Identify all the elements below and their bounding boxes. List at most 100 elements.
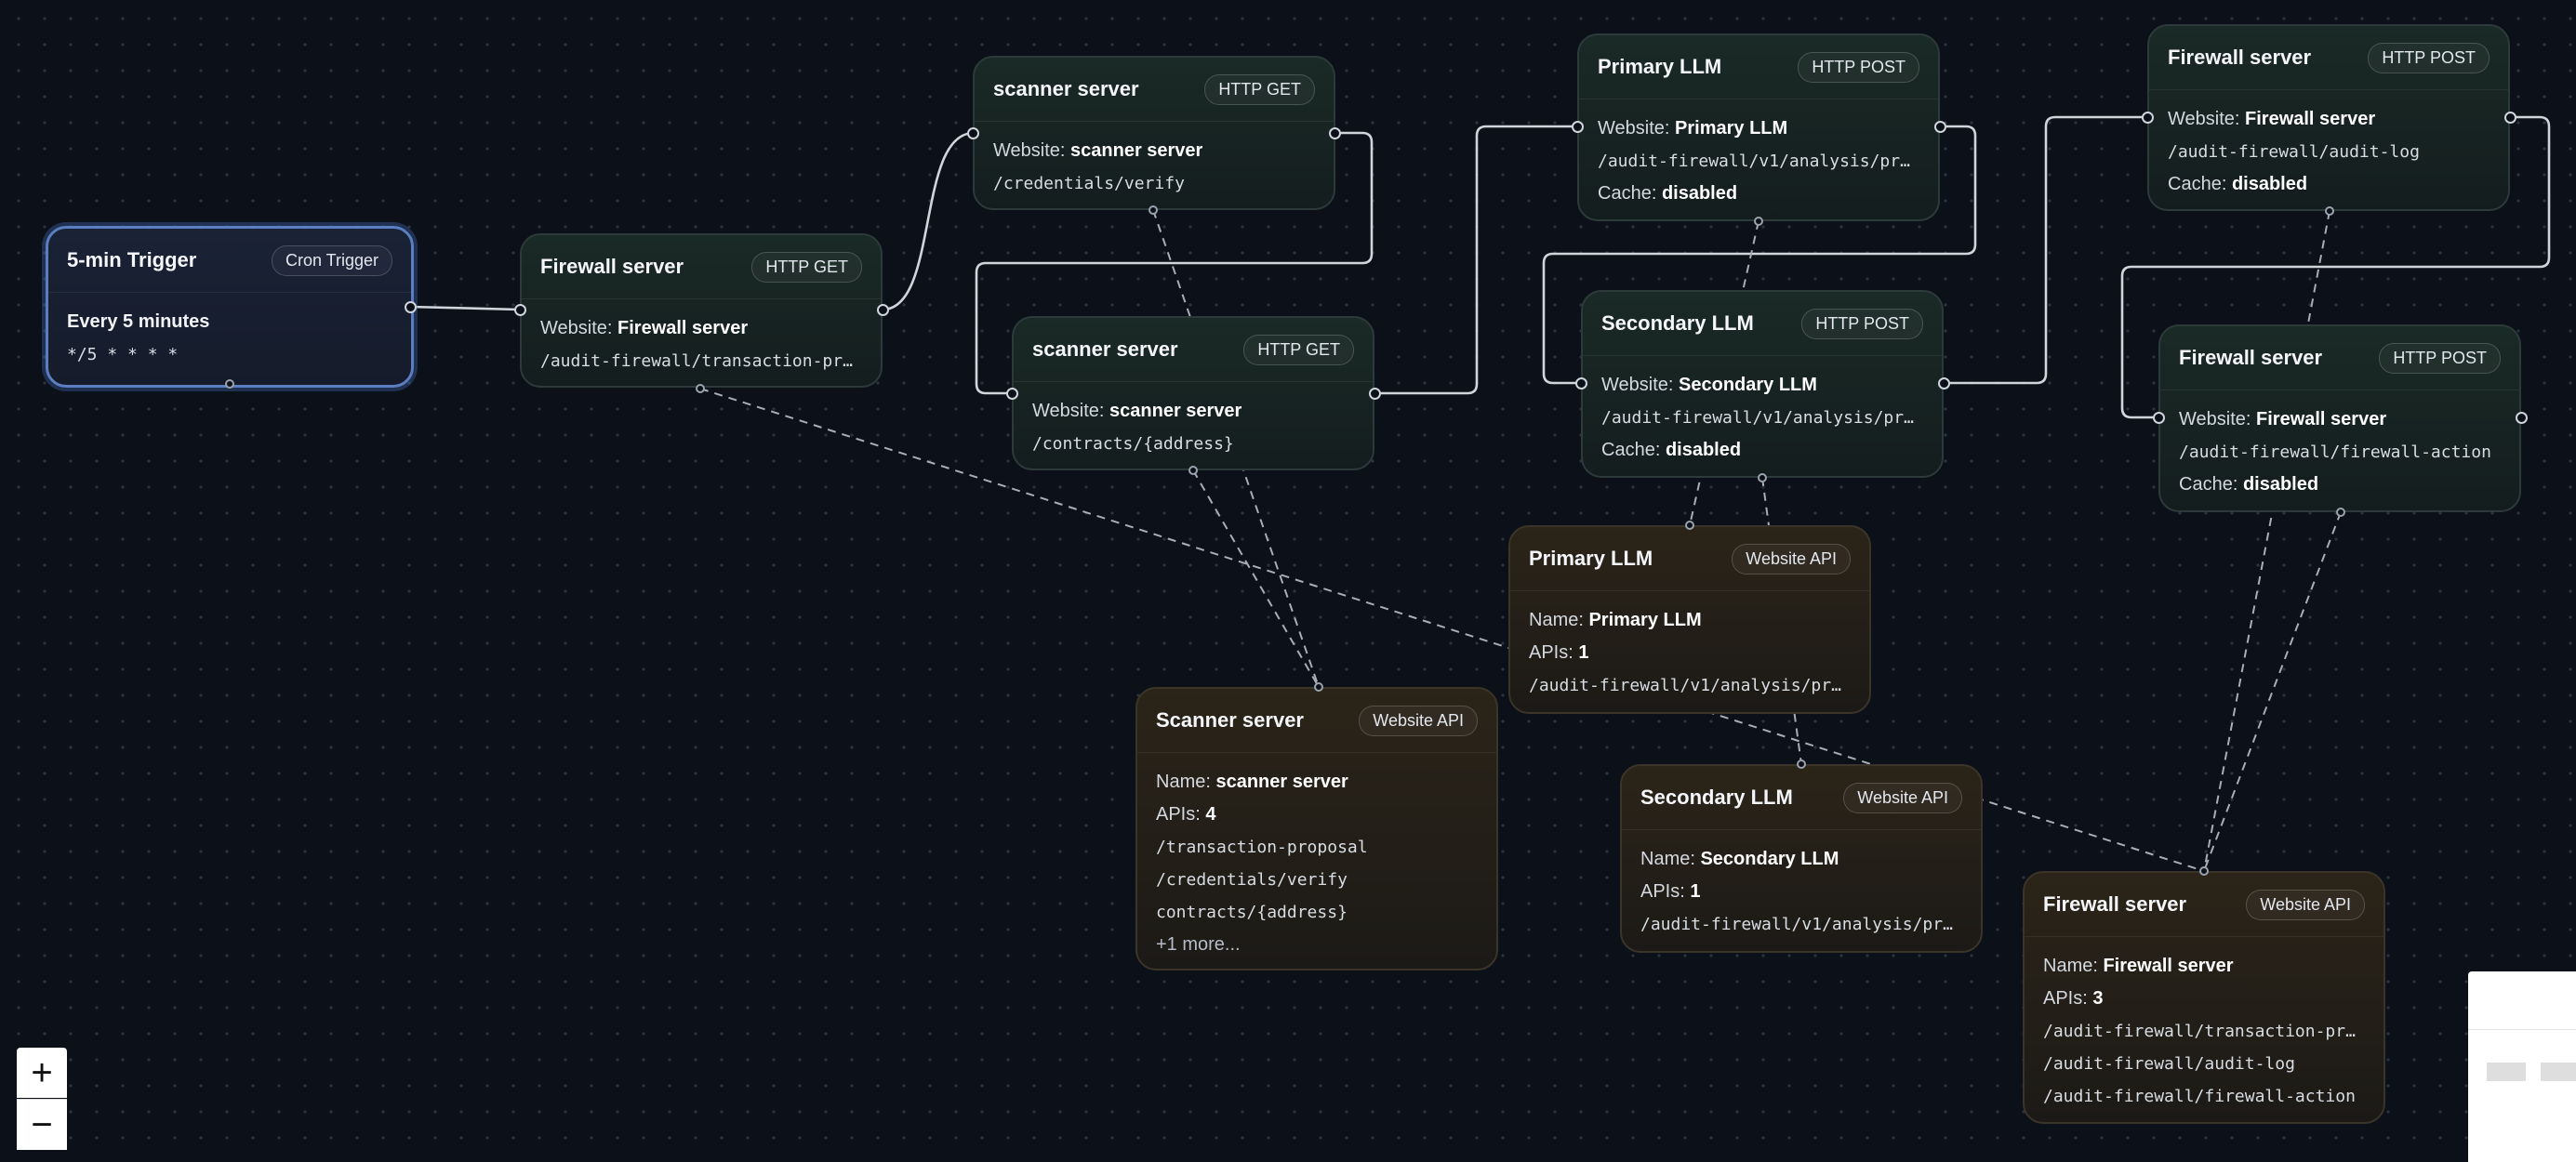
firewall-action-input-port[interactable] — [2153, 412, 2165, 424]
firewall-audit-input-port[interactable] — [2142, 112, 2154, 124]
node-scanner-server-website-api[interactable]: Scanner server Website API Name: scanner… — [1135, 687, 1498, 971]
node-primary-llm-post[interactable]: Primary LLM HTTP POST Website: Primary L… — [1577, 33, 1940, 221]
name-value: Firewall server — [2103, 956, 2234, 976]
node-primary-llm-website-api[interactable]: Primary LLM Website API Name: Primary LL… — [1508, 525, 1871, 714]
secondary-post-input-port[interactable] — [1575, 377, 1587, 390]
node-header: Scanner server Website API — [1137, 689, 1496, 753]
node-firewall-server-get[interactable]: Firewall server HTTP GET Website: Firewa… — [520, 233, 883, 388]
api-path: contracts/{address} — [1156, 903, 1348, 922]
api-path: /audit-firewall/transaction-pro… — [2043, 1022, 2365, 1041]
name-value: scanner server — [1215, 772, 1348, 792]
scanner-credentials-bottom-port[interactable] — [1149, 205, 1158, 215]
endpoint-path: /audit-firewall/v1/analysis/pri… — [1598, 152, 1919, 171]
name-row: Name: Primary LLM — [1529, 604, 1851, 637]
cache-label: Cache: — [1598, 183, 1657, 204]
scanner-contracts-bottom-port[interactable] — [1188, 466, 1198, 475]
secondary-post-bottom-port[interactable] — [1758, 473, 1767, 482]
node-title: Secondary LLM — [1640, 786, 1793, 809]
cache-row: Cache: disabled — [2168, 168, 2490, 201]
firewall-api-top-port[interactable] — [2199, 866, 2209, 876]
node-scanner-server-credentials[interactable]: scanner server HTTP GET Website: scanner… — [973, 56, 1335, 210]
scanner-contracts-input-port[interactable] — [1006, 388, 1018, 400]
node-title: Secondary LLM — [1601, 311, 1754, 335]
firewall-action-output-port[interactable] — [2516, 412, 2528, 424]
dashed-link-scanner-contracts-to-scanner-api — [1192, 469, 1320, 688]
apis-label: APIs: — [2043, 988, 2088, 1009]
api-path: /transaction-proposal — [1156, 838, 1368, 857]
primary-post-input-port[interactable] — [1572, 121, 1584, 133]
node-header: scanner server HTTP GET — [1014, 318, 1373, 382]
name-label: Name: — [1529, 610, 1584, 630]
cache-row: Cache: disabled — [1601, 434, 1923, 467]
name-label: Name: — [1640, 849, 1695, 869]
primary-post-output-port[interactable] — [1934, 121, 1946, 133]
website-label: Website: — [1601, 375, 1674, 395]
zoom-out-button[interactable]: − — [17, 1099, 67, 1150]
firewall-audit-output-port[interactable] — [2504, 112, 2516, 124]
name-value: Secondary LLM — [1700, 849, 1839, 869]
edge-scanner-contracts-to-primary-post — [1374, 125, 1578, 395]
name-label: Name: — [2043, 956, 2098, 976]
firewall-audit-bottom-port[interactable] — [2325, 206, 2334, 216]
primary-post-bottom-port[interactable] — [1754, 217, 1763, 226]
api-path: /audit-firewall/v1/analysis/pri… — [1640, 915, 1962, 934]
scanner-api-top-port[interactable] — [1314, 682, 1323, 692]
website-row: Website: Firewall server — [540, 312, 862, 345]
firewall-action-bottom-port[interactable] — [2336, 508, 2345, 517]
node-5min-trigger[interactable]: 5-min Trigger Cron Trigger Every 5 minut… — [46, 226, 414, 388]
apis-count: 3 — [2092, 988, 2104, 1009]
cache-value: disabled — [2242, 474, 2319, 495]
dashed-link-firewall-action-to-firewall-api — [2203, 511, 2342, 872]
website-label: Website: — [1598, 118, 1670, 139]
name-row: Name: Firewall server — [2043, 950, 2365, 983]
trigger-output-port[interactable] — [405, 301, 417, 313]
more-apis-link[interactable]: +1 more... — [1156, 929, 1478, 961]
scanner-contracts-output-port[interactable] — [1369, 388, 1381, 400]
apis-row: APIs: 4 — [1156, 799, 1478, 831]
node-firewall-server-firewall-action-post[interactable]: Firewall server HTTP POST Website: Firew… — [2158, 324, 2521, 512]
apis-count: 1 — [1690, 881, 1701, 902]
scanner-credentials-input-port[interactable] — [967, 127, 979, 139]
secondary-post-output-port[interactable] — [1938, 377, 1950, 390]
cache-row: Cache: disabled — [2179, 469, 2501, 501]
node-header: scanner server HTTP GET — [975, 58, 1334, 122]
node-secondary-llm-website-api[interactable]: Secondary LLM Website API Name: Secondar… — [1620, 764, 1983, 953]
node-title: 5-min Trigger — [67, 248, 197, 271]
minimap-node — [2487, 1063, 2526, 1081]
cache-row: Cache: disabled — [1598, 178, 1919, 210]
minimap-node — [2541, 1063, 2576, 1081]
node-type-badge: Website API — [1359, 705, 1478, 736]
edge-trigger-to-firewall-get — [409, 305, 521, 311]
node-firewall-server-website-api[interactable]: Firewall server Website API Name: Firewa… — [2023, 871, 2385, 1124]
zoom-in-button[interactable]: + — [17, 1048, 67, 1098]
node-secondary-llm-post[interactable]: Secondary LLM HTTP POST Website: Seconda… — [1581, 290, 1944, 478]
node-title: Firewall server — [2168, 46, 2312, 69]
node-title: Firewall server — [540, 255, 684, 278]
node-type-badge: HTTP POST — [2379, 342, 2501, 374]
website-row: Website: Firewall server — [2179, 403, 2501, 436]
website-row: Website: Secondary LLM — [1601, 369, 1923, 402]
node-type-badge: HTTP POST — [2368, 42, 2490, 73]
website-value: Firewall server — [2245, 109, 2376, 129]
node-type-badge: Website API — [2246, 889, 2365, 920]
minimap[interactable] — [2468, 971, 2576, 1162]
website-value: scanner server — [1109, 401, 1242, 421]
cache-label: Cache: — [2168, 174, 2227, 194]
node-header: Firewall server HTTP GET — [522, 235, 881, 299]
node-scanner-server-contracts[interactable]: scanner server HTTP GET Website: scanner… — [1012, 316, 1374, 470]
trigger-bottom-port[interactable] — [225, 379, 234, 389]
secondary-api-top-port[interactable] — [1797, 759, 1806, 769]
website-row: Website: Primary LLM — [1598, 112, 1919, 145]
apis-count: 4 — [1205, 804, 1216, 825]
primary-api-top-port[interactable] — [1685, 521, 1694, 530]
node-title: Scanner server — [1156, 708, 1304, 732]
scanner-credentials-output-port[interactable] — [1329, 127, 1341, 139]
firewall-get-output-port[interactable] — [877, 304, 889, 316]
node-header: Primary LLM HTTP POST — [1579, 35, 1938, 99]
endpoint-path: /audit-firewall/transaction-pro… — [540, 351, 862, 371]
node-firewall-server-audit-log-post[interactable]: Firewall server HTTP POST Website: Firew… — [2147, 24, 2510, 211]
node-type-badge: Website API — [1843, 782, 1962, 813]
firewall-get-bottom-port[interactable] — [696, 384, 705, 393]
firewall-get-input-port[interactable] — [514, 304, 526, 316]
apis-count: 1 — [1578, 642, 1589, 663]
